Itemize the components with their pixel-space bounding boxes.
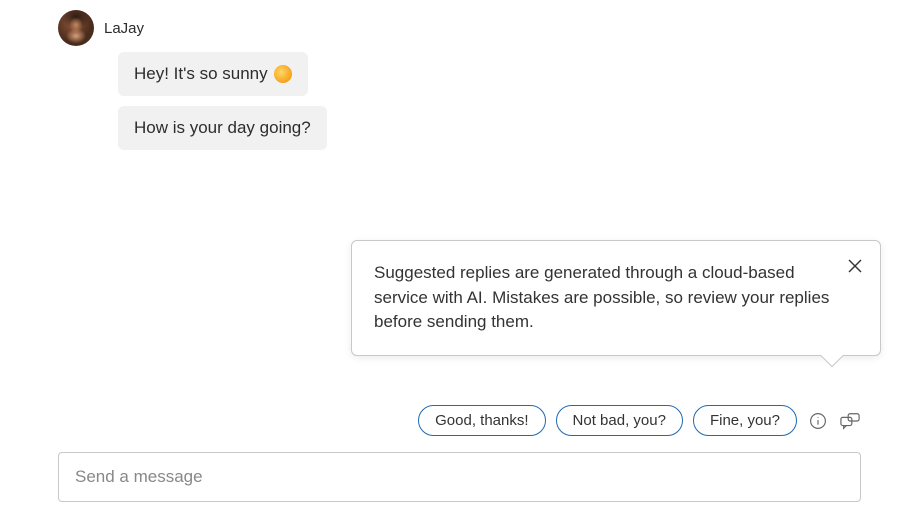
info-button[interactable] <box>807 410 829 432</box>
suggestions-toggle-button[interactable] <box>839 410 861 432</box>
sun-icon <box>274 65 292 83</box>
chat-bubbles-icon <box>840 412 860 430</box>
tooltip-text: Suggested replies are generated through … <box>374 263 829 331</box>
contact-header: LaJay <box>58 10 861 46</box>
message-bubble: How is your day going? <box>118 106 327 150</box>
suggested-replies-tooltip: Suggested replies are generated through … <box>351 240 881 356</box>
contact-name: LaJay <box>104 20 144 37</box>
message-bubble: Hey! It's so sunny <box>118 52 308 96</box>
tooltip-close-button[interactable] <box>844 255 866 277</box>
close-icon <box>848 259 862 273</box>
message-list: Hey! It's so sunny How is your day going… <box>118 52 861 150</box>
info-icon <box>809 412 827 430</box>
tooltip-tail <box>821 345 844 368</box>
suggested-reply-button[interactable]: Good, thanks! <box>418 405 545 436</box>
message-text: How is your day going? <box>134 118 311 138</box>
suggested-reply-button[interactable]: Fine, you? <box>693 405 797 436</box>
message-input[interactable] <box>58 452 861 502</box>
message-text: Hey! It's so sunny <box>134 64 268 84</box>
avatar[interactable] <box>58 10 94 46</box>
chat-area: LaJay Hey! It's so sunny How is your day… <box>0 0 919 160</box>
compose-row <box>58 452 861 502</box>
suggested-replies-row: Good, thanks! Not bad, you? Fine, you? <box>0 405 919 436</box>
suggested-reply-button[interactable]: Not bad, you? <box>556 405 683 436</box>
